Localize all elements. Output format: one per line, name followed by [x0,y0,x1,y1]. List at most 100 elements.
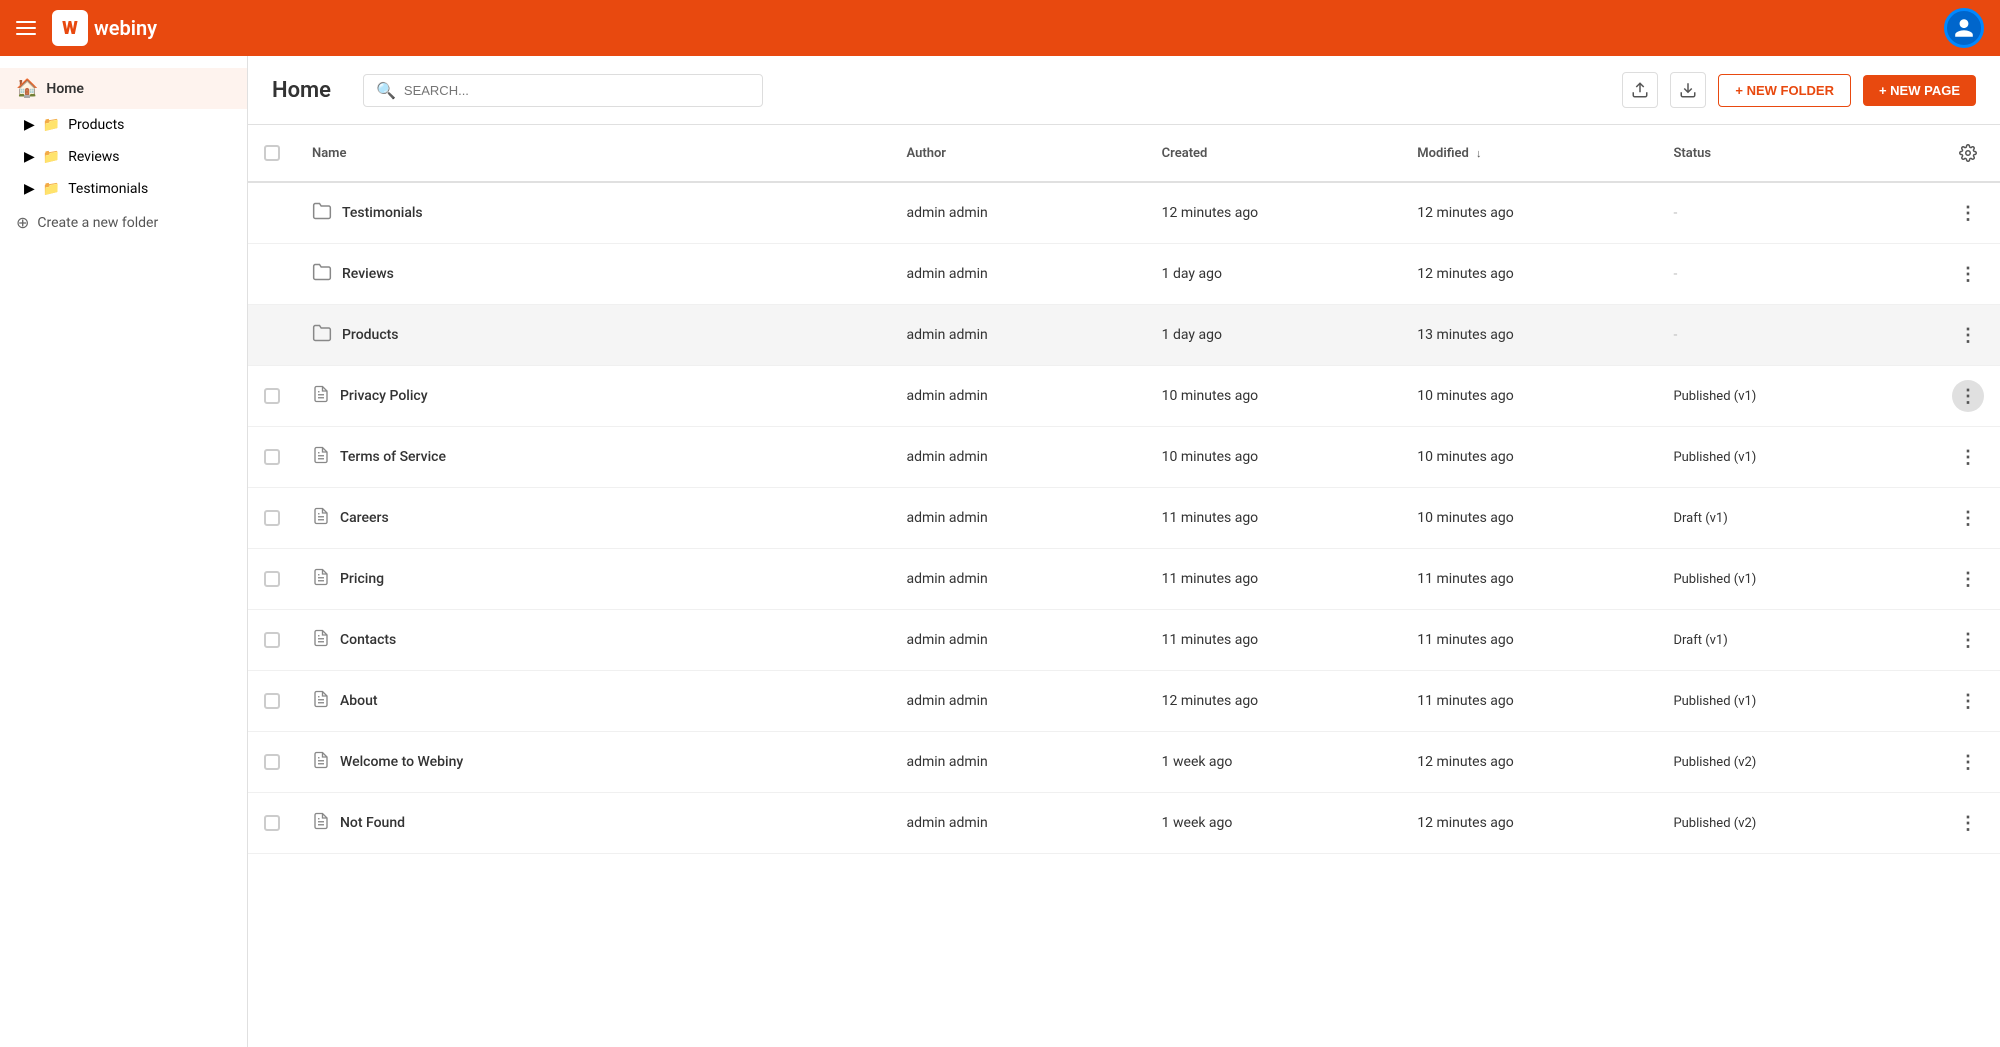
row-modified: 10 minutes ago [1401,427,1657,488]
row-author: admin admin [890,366,1145,427]
row-modified: 10 minutes ago [1401,488,1657,549]
folder-icon-svg [312,323,332,343]
row-created: 11 minutes ago [1146,549,1402,610]
row-checkbox[interactable] [264,815,280,831]
row-more-button[interactable]: ⋮ [1952,563,1984,595]
upload-button[interactable] [1622,72,1658,108]
folder-icon [312,201,332,226]
row-actions-cell: ⋮ [1913,671,2000,732]
row-more-button[interactable]: ⋮ [1952,502,1984,534]
row-modified: 11 minutes ago [1401,549,1657,610]
row-name: Privacy Policy [340,388,428,404]
create-folder-label: Create a new folder [37,215,158,231]
page-icon [312,446,330,468]
row-modified: 10 minutes ago [1401,366,1657,427]
create-new-folder-button[interactable]: ⊕ Create a new folder [0,205,247,240]
sidebar: 🏠 Home ▶ 📁 Products ▶ 📁 Reviews ▶ 📁 Test… [0,56,248,1047]
col-header-author[interactable]: Author [890,125,1145,182]
col-header-modified[interactable]: Modified ↓ [1401,125,1657,182]
sidebar-testimonials-label: Testimonials [68,181,148,197]
row-checkbox-cell [248,549,296,610]
search-bar[interactable]: 🔍 [363,74,763,107]
row-name: Not Found [340,815,405,831]
search-input[interactable] [404,83,750,98]
sidebar-item-home[interactable]: 🏠 Home [0,68,247,109]
sidebar-item-products[interactable]: ▶ 📁 Products [0,109,247,141]
row-actions-cell: ⋮ [1913,244,2000,305]
download-icon [1679,81,1697,99]
table-row: Reviews admin admin 1 day ago 12 minutes… [248,244,2000,305]
col-header-created[interactable]: Created [1146,125,1402,182]
row-more-button[interactable]: ⋮ [1952,807,1984,839]
row-checkbox[interactable] [264,449,280,465]
sidebar-item-reviews[interactable]: ▶ 📁 Reviews [0,141,247,173]
row-more-button[interactable]: ⋮ [1952,746,1984,778]
row-checkbox[interactable] [264,571,280,587]
row-actions-cell: ⋮ [1913,305,2000,366]
table-header: Name Author Created Modified ↓ [248,125,2000,182]
nav-left: W webiny [16,10,157,46]
hamburger-button[interactable] [16,21,36,35]
page-header: Home 🔍 [248,56,2000,125]
new-folder-button[interactable]: + NEW FOLDER [1718,74,1851,107]
col-header-name[interactable]: Name [296,125,890,182]
row-actions-cell: ⋮ [1913,366,2000,427]
table-row: Terms of Service admin admin 10 minutes … [248,427,2000,488]
row-checkbox-cell [248,244,296,305]
select-all-checkbox[interactable] [264,145,280,161]
table-settings-button[interactable] [1952,137,1984,169]
row-name-cell: Reviews [296,244,890,305]
row-author: admin admin [890,549,1145,610]
row-checkbox-cell [248,366,296,427]
row-name: Products [342,327,399,343]
row-modified: 12 minutes ago [1401,244,1657,305]
row-more-button[interactable]: ⋮ [1952,685,1984,717]
folder-icon-svg [312,262,332,282]
row-actions-cell: ⋮ [1913,732,2000,793]
document-icon-svg [312,568,330,586]
row-checkbox[interactable] [264,632,280,648]
row-name: Pricing [340,571,384,587]
avatar-button[interactable] [1944,8,1984,48]
document-icon-svg [312,812,330,830]
col-header-status[interactable]: Status [1657,125,1913,182]
plus-circle-icon: ⊕ [16,213,29,232]
user-icon [1953,17,1975,39]
page-title: Home [272,78,331,103]
folder-icon [312,262,332,287]
row-name-cell: Careers [296,488,890,549]
row-name-cell: About [296,671,890,732]
row-checkbox[interactable] [264,754,280,770]
row-status: - [1657,182,1913,244]
row-more-button[interactable]: ⋮ [1952,380,1984,412]
row-more-button[interactable]: ⋮ [1952,624,1984,656]
row-created: 1 day ago [1146,244,1402,305]
row-checkbox[interactable] [264,388,280,404]
row-author: admin admin [890,305,1145,366]
row-status: Draft (v1) [1657,488,1913,549]
row-more-button[interactable]: ⋮ [1952,258,1984,290]
row-name: Careers [340,510,389,526]
table-body: Testimonials admin admin 12 minutes ago … [248,182,2000,854]
row-more-button[interactable]: ⋮ [1952,197,1984,229]
row-name-cell: Terms of Service [296,427,890,488]
page-icon [312,690,330,712]
row-actions-cell: ⋮ [1913,182,2000,244]
row-more-button[interactable]: ⋮ [1952,319,1984,351]
row-checkbox[interactable] [264,693,280,709]
main-content: Home 🔍 [248,56,2000,1047]
logo-w-icon: W [52,10,88,46]
new-page-button[interactable]: + NEW PAGE [1863,75,1976,106]
row-more-button[interactable]: ⋮ [1952,441,1984,473]
logo[interactable]: W webiny [52,10,157,46]
page-icon [312,751,330,773]
row-checkbox-cell [248,488,296,549]
sidebar-products-label: Products [68,117,124,133]
sidebar-item-testimonials[interactable]: ▶ 📁 Testimonials [0,173,247,205]
download-button[interactable] [1670,72,1706,108]
row-status: Published (v1) [1657,427,1913,488]
row-checkbox[interactable] [264,510,280,526]
table: Name Author Created Modified ↓ [248,125,2000,854]
row-modified: 12 minutes ago [1401,182,1657,244]
chevron-right-icon: ▶ [24,149,35,165]
